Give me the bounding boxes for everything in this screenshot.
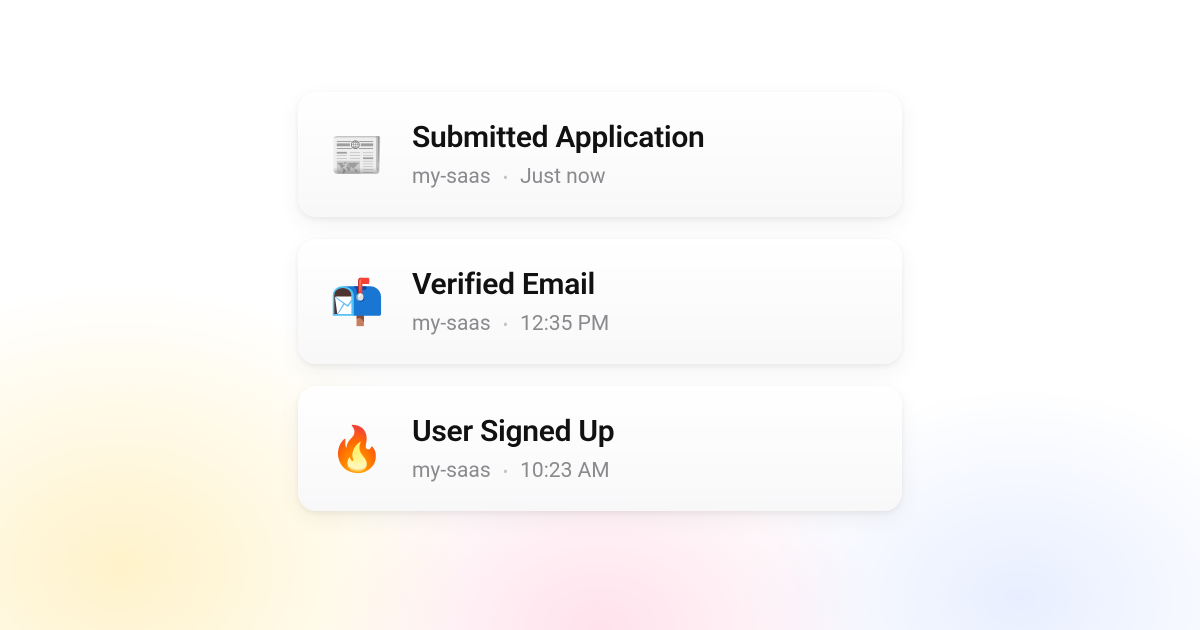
notification-meta: my-saas • 10:23 AM: [412, 459, 614, 483]
notification-time: 12:35 PM: [520, 312, 609, 336]
notification-title: Verified Email: [412, 267, 609, 302]
notification-card[interactable]: 🔥 User Signed Up my-saas • 10:23 AM: [298, 386, 902, 511]
notification-card[interactable]: 📬 Verified Email my-saas • 12:35 PM: [298, 239, 902, 364]
notifications-list: 📰 Submitted Application my-saas • Just n…: [0, 0, 1200, 630]
notification-project: my-saas: [412, 165, 491, 189]
notification-project: my-saas: [412, 312, 491, 336]
meta-separator: •: [503, 462, 508, 481]
fire-icon: 🔥: [330, 422, 384, 476]
notification-content: Submitted Application my-saas • Just now: [412, 120, 704, 189]
notification-title: Submitted Application: [412, 120, 704, 155]
notification-time: Just now: [520, 165, 605, 189]
newspaper-icon: 📰: [330, 128, 384, 182]
notification-meta: my-saas • Just now: [412, 165, 704, 189]
meta-separator: •: [503, 168, 508, 187]
notification-card[interactable]: 📰 Submitted Application my-saas • Just n…: [298, 92, 902, 217]
notification-title: User Signed Up: [412, 414, 614, 449]
notification-content: User Signed Up my-saas • 10:23 AM: [412, 414, 614, 483]
mailbox-icon: 📬: [330, 275, 384, 329]
meta-separator: •: [503, 315, 508, 334]
notification-project: my-saas: [412, 459, 491, 483]
notification-meta: my-saas • 12:35 PM: [412, 312, 609, 336]
notification-time: 10:23 AM: [520, 459, 610, 483]
notification-content: Verified Email my-saas • 12:35 PM: [412, 267, 609, 336]
